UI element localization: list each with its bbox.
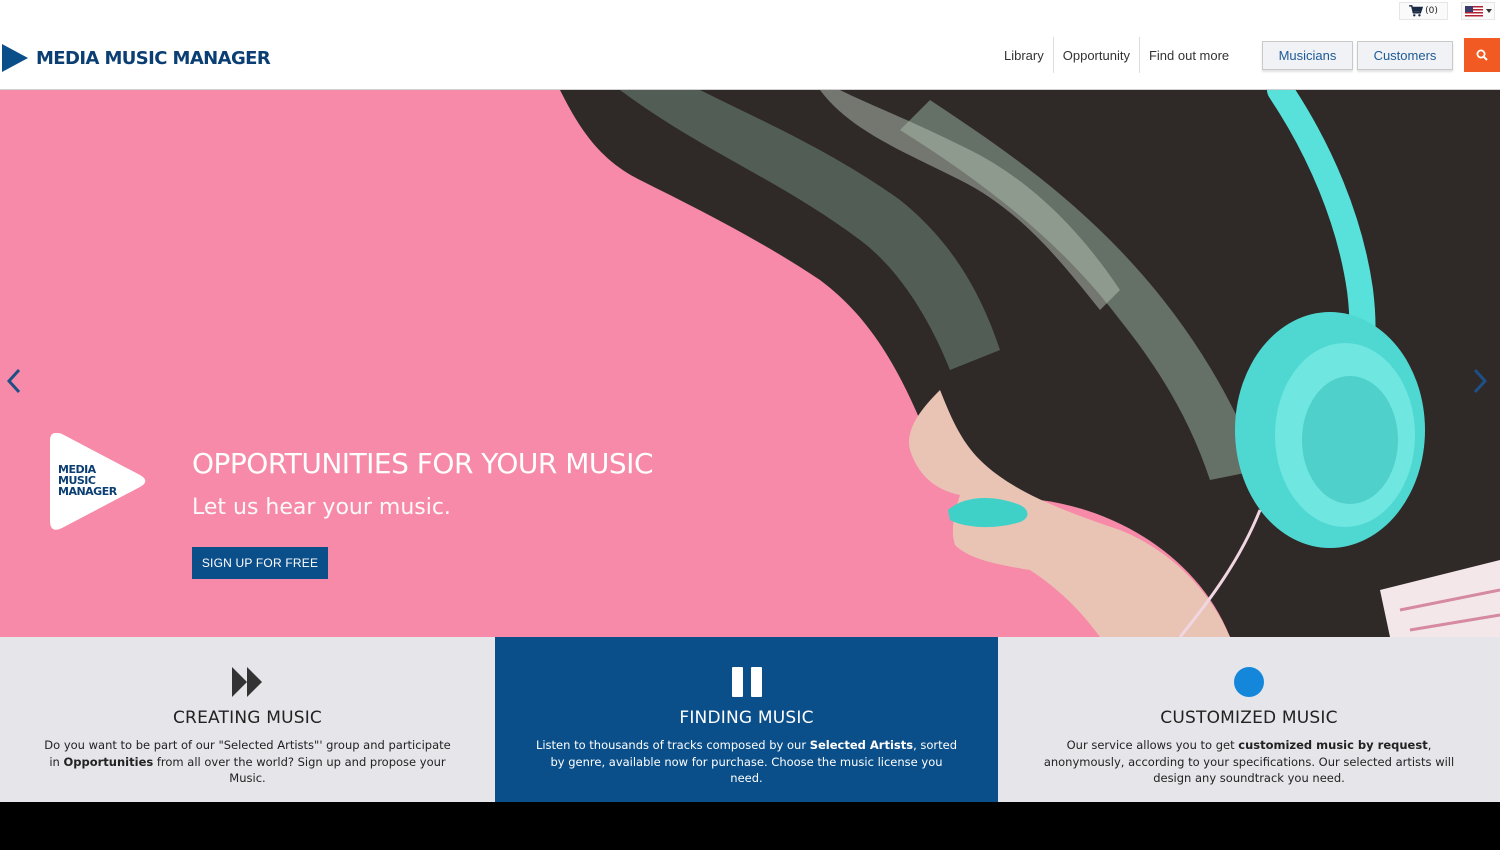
logo-text: MEDIA MUSIC MANAGER bbox=[36, 47, 271, 69]
feature-text: Do you want to be part of our "Selected … bbox=[44, 738, 451, 785]
search-icon bbox=[1476, 49, 1488, 61]
cart-button[interactable]: (0) bbox=[1399, 2, 1448, 20]
pause-icon bbox=[730, 665, 764, 699]
hero-logo-badge: MEDIA MUSIC MANAGER bbox=[48, 429, 148, 533]
hero-slider: MEDIA MUSIC MANAGER OPPORTUNITIES FOR YO… bbox=[0, 90, 1500, 637]
search-button[interactable] bbox=[1464, 38, 1500, 72]
feature-creating-music[interactable]: CREATING MUSIC Do you want to be part of… bbox=[0, 637, 495, 802]
us-flag-icon bbox=[1464, 5, 1483, 17]
page: { "topbar": { "cart_count": "(0)", "cart… bbox=[0, 0, 1500, 850]
site-header: MEDIA MUSIC MANAGER Library Opportunity … bbox=[0, 24, 1500, 90]
customers-button[interactable]: Customers bbox=[1357, 41, 1453, 70]
hero-title: OPPORTUNITIES FOR YOUR MUSIC bbox=[192, 447, 654, 480]
chevron-left-icon[interactable] bbox=[4, 366, 24, 396]
logo[interactable]: MEDIA MUSIC MANAGER bbox=[2, 44, 271, 72]
bottom-black-area bbox=[0, 802, 1500, 850]
chevron-down-icon bbox=[1485, 9, 1492, 13]
language-selector[interactable] bbox=[1461, 2, 1495, 20]
main-nav: Library Opportunity Find out more bbox=[995, 37, 1238, 73]
hero-subtitle: Let us hear your music. bbox=[192, 495, 451, 520]
signup-button[interactable]: SIGN UP FOR FREE bbox=[192, 547, 328, 579]
badge-text: MEDIA MUSIC MANAGER bbox=[58, 464, 117, 497]
feature-title: CUSTOMIZED MUSIC bbox=[1160, 708, 1338, 728]
feature-text: Listen to thousands of tracks composed b… bbox=[535, 738, 958, 785]
nav-item-opportunity[interactable]: Opportunity bbox=[1054, 37, 1140, 73]
fast-forward-icon bbox=[231, 665, 265, 699]
record-dot-icon bbox=[1232, 665, 1266, 699]
feature-customized-music[interactable]: CUSTOMIZED MUSIC Our service allows you … bbox=[998, 637, 1500, 802]
nav-item-library[interactable]: Library bbox=[995, 37, 1054, 73]
feature-finding-music[interactable]: FINDING MUSIC Listen to thousands of tra… bbox=[495, 637, 998, 802]
play-logo-icon bbox=[2, 44, 28, 72]
badge-line-3: MANAGER bbox=[58, 485, 117, 498]
nav-item-find-out-more[interactable]: Find out more bbox=[1140, 37, 1238, 73]
feature-text: Our service allows you to get customized… bbox=[1043, 738, 1455, 785]
shopping-cart-icon bbox=[1409, 5, 1424, 17]
feature-title: FINDING MUSIC bbox=[679, 708, 814, 728]
cart-count: (0) bbox=[1425, 6, 1438, 16]
chevron-right-icon[interactable] bbox=[1470, 366, 1490, 396]
musicians-button[interactable]: Musicians bbox=[1262, 41, 1353, 70]
feature-title: CREATING MUSIC bbox=[172, 708, 322, 728]
utility-bar: (0) bbox=[0, 0, 1500, 24]
